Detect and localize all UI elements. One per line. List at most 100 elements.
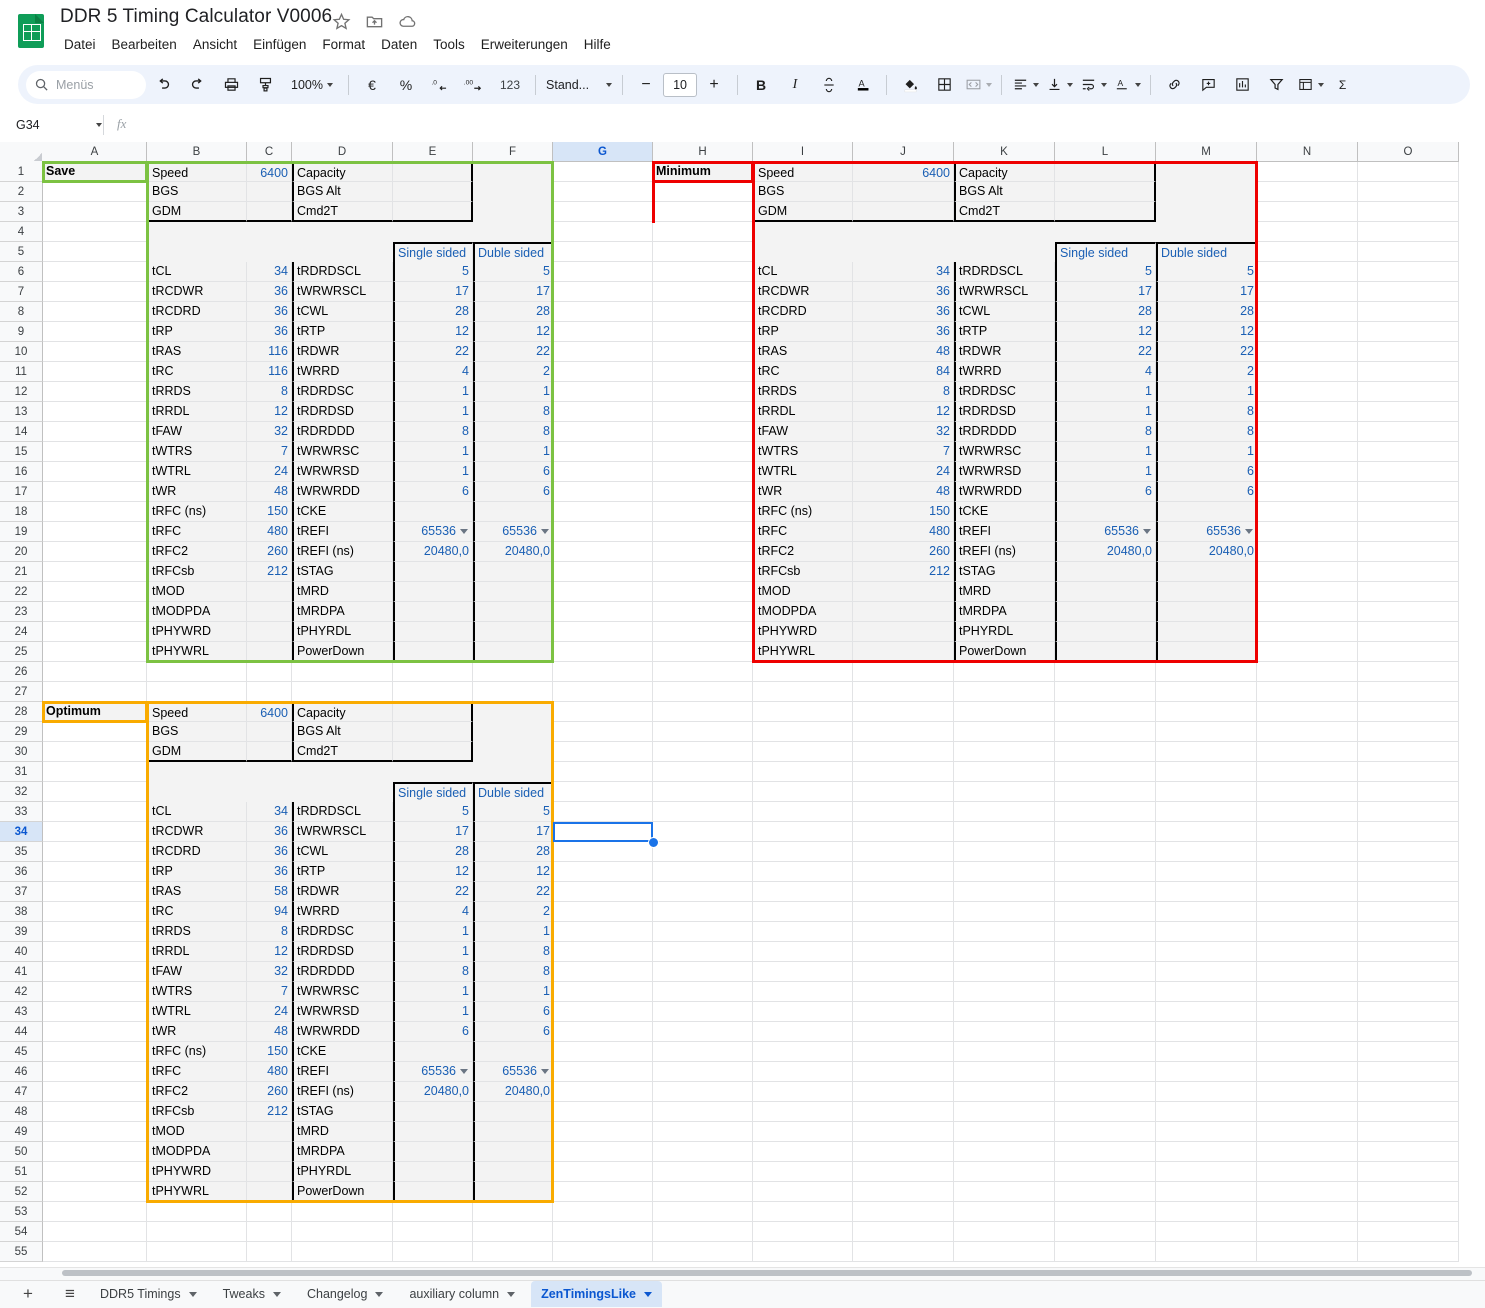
grid-cell[interactable] xyxy=(753,1002,853,1022)
grid-cell[interactable] xyxy=(1358,1042,1459,1062)
menu-search-box[interactable]: Menüs xyxy=(26,70,146,99)
grid-cell[interactable] xyxy=(853,1082,954,1102)
grid-cell-J8[interactable]: 36 xyxy=(853,302,954,322)
grid-cell[interactable] xyxy=(553,322,653,342)
grid-cell-C21[interactable]: 212 xyxy=(247,562,292,582)
grid-cell[interactable] xyxy=(1358,1162,1459,1182)
grid-cell[interactable] xyxy=(43,542,147,562)
grid-cell[interactable] xyxy=(653,382,753,402)
grid-cell[interactable] xyxy=(1358,502,1459,522)
dropdown-arrow-icon[interactable] xyxy=(541,529,549,534)
row-header-43[interactable]: 43 xyxy=(0,1002,43,1022)
grid-cell[interactable] xyxy=(1358,1062,1459,1082)
grid-cell-K20[interactable]: tREFI (ns) xyxy=(954,542,1055,562)
grid-cell[interactable] xyxy=(43,302,147,322)
menu-item-tools[interactable]: Tools xyxy=(425,35,473,54)
grid-cell[interactable] xyxy=(1257,822,1358,842)
grid-cell[interactable] xyxy=(1358,362,1459,382)
grid-cell-M16[interactable]: 6 xyxy=(1156,462,1257,482)
grid-cell-F45[interactable] xyxy=(473,1042,553,1062)
grid-cell[interactable] xyxy=(1358,542,1459,562)
grid-cell[interactable] xyxy=(1156,682,1257,702)
grid-cell-D45[interactable]: tCKE xyxy=(292,1042,393,1062)
grid-cell-K16[interactable]: tWRWRSD xyxy=(954,462,1055,482)
grid-cell-J7[interactable]: 36 xyxy=(853,282,954,302)
grid-cell-B14[interactable]: tFAW xyxy=(147,422,247,442)
grid-cell-K7[interactable]: tWRWRSCL xyxy=(954,282,1055,302)
grid-cell[interactable] xyxy=(954,902,1055,922)
grid-cell[interactable] xyxy=(954,862,1055,882)
grid-cell-C40[interactable]: 12 xyxy=(247,942,292,962)
row-header-53[interactable]: 53 xyxy=(0,1202,43,1222)
grid-cell[interactable] xyxy=(43,1062,147,1082)
grid-cell-F20[interactable]: 20480,0 xyxy=(473,542,553,562)
grid-cell[interactable] xyxy=(753,1102,853,1122)
zoom-selector[interactable]: 100% xyxy=(284,70,340,100)
grid-cell-L16[interactable]: 1 xyxy=(1055,462,1156,482)
grid-cell-D41[interactable]: tRDRDDD xyxy=(292,962,393,982)
grid-cell-E5[interactable]: Single sided xyxy=(393,242,473,262)
row-header-39[interactable]: 39 xyxy=(0,922,43,942)
grid-cell-F43[interactable]: 6 xyxy=(473,1002,553,1022)
grid-cell-I6[interactable]: tCL xyxy=(753,262,853,282)
grid-cell-C7[interactable]: 36 xyxy=(247,282,292,302)
star-icon[interactable] xyxy=(332,12,351,31)
grid-cell-B3[interactable]: GDM xyxy=(147,202,247,222)
grid-cell[interactable] xyxy=(553,962,653,982)
grid-cell[interactable] xyxy=(1156,1242,1257,1262)
grid-cell[interactable] xyxy=(1257,962,1358,982)
grid-cell[interactable] xyxy=(753,742,853,762)
grid-cell[interactable] xyxy=(553,742,653,762)
grid-cell[interactable] xyxy=(853,902,954,922)
grid-cell-D38[interactable]: tWRRD xyxy=(292,902,393,922)
grid-cell[interactable] xyxy=(43,662,147,682)
grid-cell[interactable] xyxy=(43,942,147,962)
grid-cell[interactable] xyxy=(553,862,653,882)
grid-cell[interactable] xyxy=(1358,182,1459,202)
functions-menu-button[interactable] xyxy=(1295,70,1325,100)
grid-cell[interactable] xyxy=(1055,742,1156,762)
grid-cell-E12[interactable]: 1 xyxy=(393,382,473,402)
grid-cell[interactable] xyxy=(393,1222,473,1242)
row-header-29[interactable]: 29 xyxy=(0,722,43,742)
grid-cell-I8[interactable]: tRCDRD xyxy=(753,302,853,322)
grid-cell-E52[interactable] xyxy=(393,1182,473,1202)
grid-cell-J11[interactable]: 84 xyxy=(853,362,954,382)
grid-cell[interactable] xyxy=(147,1222,247,1242)
grid-cell[interactable] xyxy=(853,742,954,762)
grid-cell-J4[interactable] xyxy=(853,222,954,242)
grid-cell-E39[interactable]: 1 xyxy=(393,922,473,942)
add-sheet-button[interactable]: + xyxy=(14,1281,42,1307)
grid-cell-F51[interactable] xyxy=(473,1162,553,1182)
grid-cell[interactable] xyxy=(553,162,653,182)
grid-cell[interactable] xyxy=(954,1242,1055,1262)
grid-cell-E24[interactable] xyxy=(393,622,473,642)
grid-cell-L20[interactable]: 20480,0 xyxy=(1055,542,1156,562)
grid-cell[interactable] xyxy=(1156,1082,1257,1102)
row-header-55[interactable]: 55 xyxy=(0,1242,43,1262)
grid-cell[interactable] xyxy=(1156,882,1257,902)
grid-cell-F25[interactable] xyxy=(473,642,553,662)
grid-cell-D28[interactable]: Capacity xyxy=(292,702,393,722)
grid-cell-D42[interactable]: tWRWRSC xyxy=(292,982,393,1002)
percent-format-button[interactable]: % xyxy=(391,70,421,100)
grid-cell[interactable] xyxy=(753,1182,853,1202)
grid-cell-D24[interactable]: tPHYRDL xyxy=(292,622,393,642)
grid-cell[interactable] xyxy=(1257,882,1358,902)
more-formats-button[interactable]: 123 xyxy=(493,70,527,100)
grid-cell-B8[interactable]: tRCDRD xyxy=(147,302,247,322)
grid-cell-K15[interactable]: tWRWRSC xyxy=(954,442,1055,462)
grid-cell-B7[interactable]: tRCDWR xyxy=(147,282,247,302)
grid-cell-C18[interactable]: 150 xyxy=(247,502,292,522)
grid-cell[interactable] xyxy=(1257,262,1358,282)
cloud-saved-icon[interactable] xyxy=(398,12,417,31)
grid-cell-D50[interactable]: tMRDPA xyxy=(292,1142,393,1162)
grid-cell[interactable] xyxy=(43,262,147,282)
grid-cell[interactable] xyxy=(1055,1042,1156,1062)
grid-cell[interactable] xyxy=(1257,722,1358,742)
name-box[interactable]: G34 xyxy=(10,114,108,136)
grid-cell[interactable] xyxy=(1358,602,1459,622)
grid-cell-E40[interactable]: 1 xyxy=(393,942,473,962)
grid-cell[interactable] xyxy=(553,1062,653,1082)
grid-cell[interactable] xyxy=(1055,882,1156,902)
